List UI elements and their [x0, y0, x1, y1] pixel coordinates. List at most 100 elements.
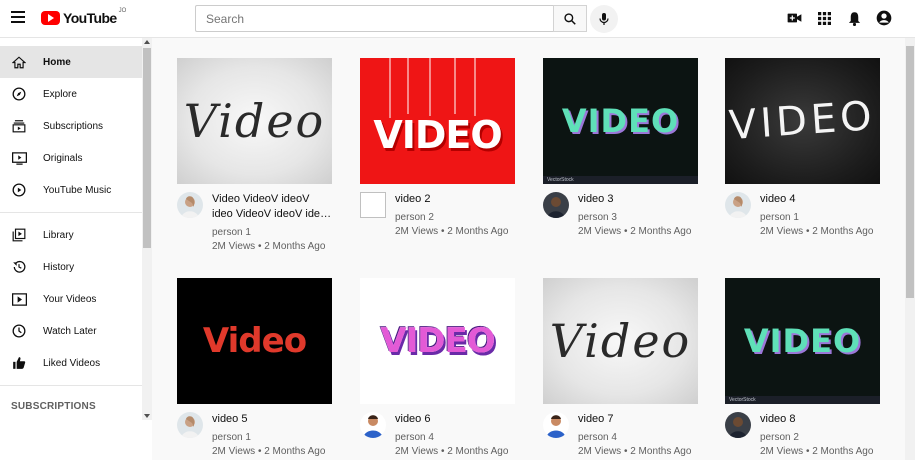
video-card[interactable]: Video video 5 person 1 2M Views • 2 Mont…: [177, 278, 333, 458]
music-icon: [11, 182, 27, 198]
video-stats: 2M Views • 2 Months Ago: [578, 226, 692, 237]
video-thumbnail[interactable]: VIDEO: [725, 58, 880, 184]
subscriptions-heading: SUBSCRIPTIONS: [11, 401, 96, 412]
sidebar-divider: [0, 212, 152, 213]
explore-icon: [11, 86, 27, 102]
history-icon: [11, 259, 27, 275]
search-icon: [564, 12, 576, 25]
channel-avatar[interactable]: [725, 192, 751, 218]
video-card[interactable]: VIDEO video 6 person 4 2M Views • 2 Mont…: [360, 278, 516, 458]
video-thumbnail[interactable]: Video: [177, 278, 332, 404]
channel-name[interactable]: person 1: [212, 431, 333, 444]
main-scrollbar[interactable]: [905, 38, 915, 460]
video-thumbnail[interactable]: VIDEO: [360, 278, 515, 404]
sidebar-item-label: Home: [43, 56, 71, 68]
watermark-text: VectorStock: [729, 397, 756, 403]
video-card[interactable]: Video Video VideoV ideoV ideo VideoV ide…: [177, 58, 333, 253]
video-thumbnail[interactable]: Video: [543, 278, 698, 404]
thumbs-up-icon: [11, 355, 27, 371]
video-title[interactable]: video 2: [395, 192, 516, 207]
video-title[interactable]: video 5: [212, 412, 333, 427]
video-title[interactable]: video 3: [578, 192, 699, 207]
video-card[interactable]: VIDEO video 4 person 1 2M Views • 2 Mont…: [725, 58, 881, 238]
video-title[interactable]: Video VideoV ideoV ideo VideoV ideoV ide…: [212, 192, 333, 222]
sidebar-item-home[interactable]: Home: [0, 46, 152, 78]
sidebar-item-your-videos[interactable]: Your Videos: [0, 283, 152, 315]
sidebar-item-originals[interactable]: Originals: [0, 142, 152, 174]
video-stats: 2M Views • 2 Months Ago: [395, 226, 509, 237]
channel-avatar[interactable]: [360, 412, 386, 438]
logo-text: YouTube: [63, 10, 117, 26]
video-title[interactable]: video 6: [395, 412, 516, 427]
watermark-text: VectorStock: [547, 177, 574, 183]
video-thumbnail[interactable]: VIDEO VectorStock: [725, 278, 880, 404]
subscriptions-icon: [11, 118, 27, 134]
video-card[interactable]: Video video 7 person 4 2M Views • 2 Mont…: [543, 278, 699, 458]
video-grid: Video Video VideoV ideoV ideo VideoV ide…: [152, 38, 905, 460]
video-title[interactable]: video 7: [578, 412, 699, 427]
sidebar-item-liked-videos[interactable]: Liked Videos: [0, 347, 152, 379]
sidebar-item-history[interactable]: History: [0, 251, 152, 283]
video-stats: 2M Views • 2 Months Ago: [395, 446, 509, 457]
video-thumbnail[interactable]: VIDEO VectorStock: [543, 58, 698, 184]
video-card[interactable]: VIDEO video 2 person 2 2M Views • 2 Mont…: [360, 58, 516, 238]
channel-name[interactable]: person 2: [760, 431, 881, 444]
thumbnail-text: VIDEO: [380, 321, 495, 361]
sidebar-item-label: History: [43, 261, 75, 273]
voice-search-button[interactable]: [590, 5, 618, 33]
sidebar-item-label: Originals: [43, 152, 83, 164]
channel-avatar[interactable]: [543, 412, 569, 438]
sidebar-item-youtube-music[interactable]: YouTube Music: [0, 174, 152, 206]
channel-name[interactable]: person 4: [578, 431, 699, 444]
notifications-icon[interactable]: [845, 9, 863, 27]
apps-icon[interactable]: [815, 9, 833, 27]
channel-avatar[interactable]: [177, 412, 203, 438]
scroll-down-arrow-icon[interactable]: [144, 414, 150, 418]
menu-icon[interactable]: [11, 11, 26, 26]
channel-avatar[interactable]: [543, 192, 569, 218]
youtube-logo[interactable]: YouTube JO: [41, 8, 127, 26]
search-input[interactable]: [195, 5, 553, 32]
search-button[interactable]: [553, 5, 587, 32]
channel-name[interactable]: person 1: [212, 226, 333, 239]
scroll-up-arrow-icon[interactable]: [144, 40, 150, 44]
channel-name[interactable]: person 3: [578, 211, 699, 224]
create-video-icon[interactable]: [785, 9, 803, 27]
sidebar-item-label: Explore: [43, 88, 77, 100]
sidebar-item-subscriptions[interactable]: Subscriptions: [0, 110, 152, 142]
channel-name[interactable]: person 2: [395, 211, 516, 224]
sidebar-item-label: Library: [43, 229, 74, 241]
video-title[interactable]: video 8: [760, 412, 881, 427]
channel-avatar[interactable]: [360, 192, 386, 218]
library-icon: [11, 227, 27, 243]
sidebar-item-label: YouTube Music: [43, 184, 112, 196]
sidebar-scroll-thumb[interactable]: [143, 48, 151, 248]
video-thumbnail[interactable]: Video: [177, 58, 332, 184]
video-stats: 2M Views • 2 Months Ago: [760, 446, 874, 457]
sidebar-item-watch-later[interactable]: Watch Later: [0, 315, 152, 347]
video-title[interactable]: video 4: [760, 192, 881, 207]
thumbnail-text: VIDEO: [373, 113, 502, 157]
video-card[interactable]: VIDEO VectorStock video 3 person 3 2M Vi…: [543, 58, 699, 238]
sidebar-scrollbar[interactable]: [142, 38, 152, 420]
video-thumbnail[interactable]: VIDEO: [360, 58, 515, 184]
microphone-icon: [599, 13, 609, 25]
sidebar-item-label: Liked Videos: [43, 357, 101, 369]
channel-avatar[interactable]: [725, 412, 751, 438]
video-card[interactable]: VIDEO VectorStock video 8 person 2 2M Vi…: [725, 278, 881, 458]
account-icon[interactable]: [875, 9, 893, 27]
channel-avatar[interactable]: [177, 192, 203, 218]
logo-region: JO: [118, 8, 127, 14]
search-bar: [195, 5, 587, 32]
video-stats: 2M Views • 2 Months Ago: [578, 446, 692, 457]
your-videos-icon: [11, 291, 27, 307]
thumbnail-text: VIDEO: [561, 102, 680, 140]
channel-name[interactable]: person 4: [395, 431, 516, 444]
video-stats: 2M Views • 2 Months Ago: [760, 226, 874, 237]
sidebar-item-library[interactable]: Library: [0, 219, 152, 251]
main-scroll-thumb[interactable]: [906, 46, 914, 298]
channel-name[interactable]: person 1: [760, 211, 881, 224]
sidebar-item-explore[interactable]: Explore: [0, 78, 152, 110]
thumbnail-text: Video: [549, 314, 692, 368]
sidebar-item-label: Your Videos: [43, 293, 97, 305]
